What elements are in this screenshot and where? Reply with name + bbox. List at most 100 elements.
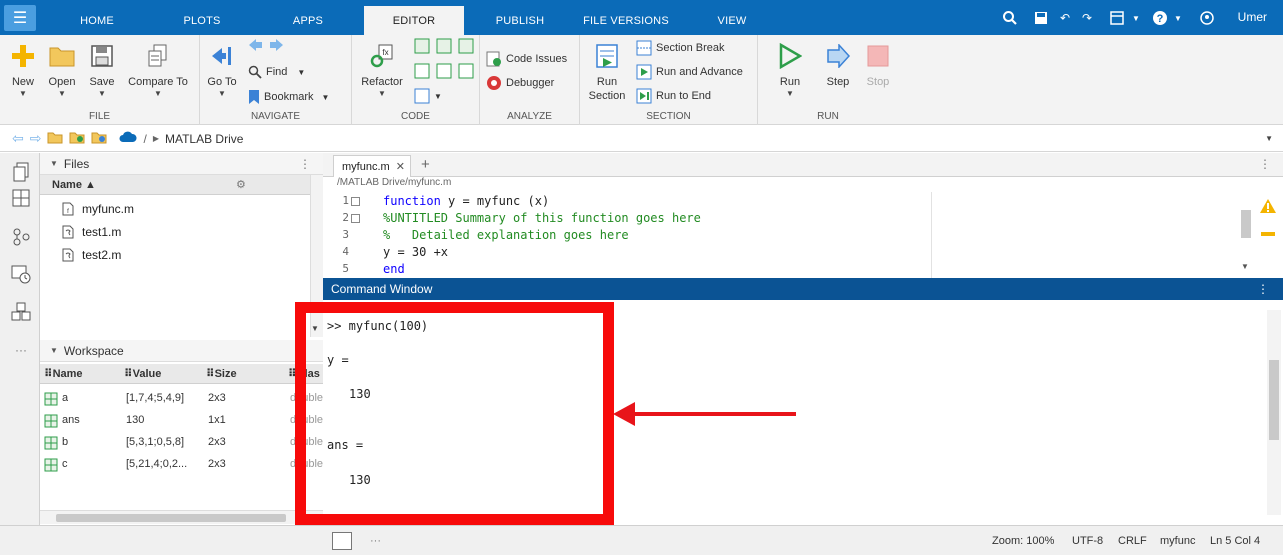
status-more[interactable]: ··· [370, 535, 381, 547]
code-tools-row-3[interactable]: ▼ [414, 88, 442, 104]
tab-publish[interactable]: PUBLISH [478, 6, 562, 35]
command-window-menu-icon[interactable]: ⋮ [1257, 282, 1269, 296]
new-button[interactable]: New ▼ [8, 41, 38, 98]
ws-col-name[interactable]: ⠿Name [44, 367, 83, 380]
editor-menu-icon[interactable]: ⋮ [1259, 157, 1271, 171]
tab-home[interactable]: HOME [58, 6, 136, 35]
table-row[interactable]: ans 130 1x1 double [40, 410, 323, 432]
current-file: myfunc [1160, 535, 1196, 547]
files-column-header[interactable]: Name ▲ ⚙ [40, 175, 310, 195]
chevron-down-icon[interactable]: ▼ [1174, 8, 1182, 28]
editor-tab-myfunc[interactable]: myfunc.m ✕ [333, 155, 411, 177]
help-icon[interactable]: ? [1152, 8, 1168, 28]
run-button[interactable]: Run ▼ [772, 41, 808, 98]
collapse-chevron-icon[interactable]: ▼ [50, 159, 58, 168]
code-editor[interactable]: 1 2 3 4 5 function y = myfunc (x) %UNTIT… [323, 192, 1283, 278]
up-folder-icon[interactable] [47, 130, 63, 147]
share-folder-icon[interactable] [91, 130, 107, 147]
back-forward-icon[interactable] [248, 38, 284, 52]
code-tools-row-1[interactable] [414, 38, 476, 54]
files-panel-header[interactable]: ▼ Files ⋮ [40, 153, 323, 175]
function-file-icon: f [62, 202, 74, 216]
debugger-button[interactable]: Debugger [486, 75, 554, 91]
fold-marker[interactable] [351, 197, 360, 206]
fold-marker[interactable] [351, 214, 360, 223]
scroll-thumb[interactable] [56, 514, 286, 522]
tab-apps[interactable]: APPS [268, 6, 348, 35]
workspace-panel-icon[interactable] [10, 187, 32, 209]
workspace-panel-title: Workspace [63, 343, 124, 358]
collapse-chevron-icon[interactable]: ▼ [50, 346, 58, 355]
user-icon[interactable] [1200, 8, 1214, 28]
code-line-4: y = 30 +x [383, 245, 449, 259]
undo-icon[interactable]: ↶ [1060, 8, 1070, 28]
panel-menu-icon[interactable]: ⋮ [299, 157, 311, 171]
editor-scroll-thumb[interactable] [1241, 210, 1251, 238]
files-panel-icon[interactable] [10, 161, 32, 183]
tab-file-versions[interactable]: FILE VERSIONS [576, 6, 676, 35]
find-button[interactable]: Find ▼ [248, 65, 305, 79]
scroll-down-icon[interactable]: ▼ [1241, 262, 1249, 271]
forward-arrow-icon[interactable]: ⇨ [30, 130, 42, 147]
section-break-button[interactable]: Section Break [636, 40, 724, 56]
user-name[interactable]: Umer [1238, 10, 1267, 24]
command-window-header[interactable]: Command Window ⋮ [323, 278, 1283, 300]
table-row[interactable]: c [5,21,4;0,2... 2x3 double [40, 454, 323, 476]
status-indicator-icon[interactable] [332, 532, 352, 550]
table-row[interactable]: a [1,7,4;5,4,9] 2x3 double [40, 388, 323, 410]
file-item[interactable]: test1.m [62, 222, 121, 242]
address-dropdown-icon[interactable]: ▼ [1265, 134, 1273, 143]
ws-col-value[interactable]: ⠿Value [124, 367, 161, 380]
run-and-advance-button[interactable]: Run and Advance [636, 64, 743, 80]
tab-editor[interactable]: EDITOR [364, 6, 464, 35]
close-tab-icon[interactable]: ✕ [396, 160, 405, 173]
code-tools-row-2[interactable] [414, 63, 476, 79]
warning-marker[interactable] [1261, 232, 1275, 236]
search-icon[interactable] [1002, 8, 1018, 28]
source-control-icon[interactable] [10, 225, 32, 247]
workspace-h-scrollbar[interactable] [40, 510, 323, 524]
run-to-end-button[interactable]: Run to End [636, 88, 711, 104]
column-options-icon[interactable]: ⚙ [236, 178, 246, 191]
go-to-button[interactable]: Go To ▼ [204, 41, 240, 98]
files-panel-title: Files [63, 156, 90, 171]
more-icon[interactable]: ··· [10, 339, 32, 361]
bookmark-button[interactable]: Bookmark ▼ [248, 89, 329, 105]
hamburger-menu-icon[interactable]: ☰ [4, 5, 36, 31]
analyze-group: Code Issues Debugger ANALYZE [480, 35, 580, 125]
right-margin-line [931, 192, 932, 278]
redo-icon[interactable]: ↷ [1082, 8, 1092, 28]
open-button[interactable]: Open ▼ [44, 41, 80, 98]
layout-icon[interactable] [1110, 8, 1126, 28]
step-button[interactable]: Step [820, 41, 856, 89]
workspace-panel-header[interactable]: ▼ Workspace [40, 340, 323, 362]
debugger-icon [487, 76, 501, 90]
save-icon[interactable] [1034, 8, 1048, 28]
current-folder-path[interactable]: MATLAB Drive [165, 132, 243, 146]
run-section-button[interactable]: Run Section [584, 41, 630, 103]
warning-icon[interactable] [1259, 198, 1277, 217]
floppy-disk-icon [86, 41, 118, 71]
file-item[interactable]: f myfunc.m [62, 199, 134, 219]
tab-plots[interactable]: PLOTS [160, 6, 244, 35]
refactor-button[interactable]: fx Refactor ▼ [358, 41, 406, 98]
file-item[interactable]: test2.m [62, 245, 121, 265]
history-icon[interactable] [10, 263, 32, 285]
browse-folder-icon[interactable] [69, 130, 85, 147]
chevron-down-icon[interactable]: ▼ [1132, 8, 1140, 28]
scroll-thumb[interactable] [1269, 360, 1279, 440]
code-issues-button[interactable]: Code Issues [486, 51, 567, 67]
ws-col-size[interactable]: ⠿Size [206, 367, 237, 380]
command-window-scrollbar[interactable] [1267, 310, 1281, 515]
stop-button[interactable]: Stop [862, 41, 894, 89]
script-file-icon [62, 248, 74, 262]
back-arrow-icon[interactable]: ⇦ [12, 130, 24, 147]
tab-view[interactable]: VIEW [690, 6, 774, 35]
save-button[interactable]: Save ▼ [86, 41, 118, 98]
table-row[interactable]: b [5,3,1;0,5,8] 2x3 double [40, 432, 323, 454]
name-column-header[interactable]: Name ▲ [52, 179, 96, 191]
compare-to-button[interactable]: Compare To ▼ [124, 41, 192, 98]
new-tab-icon[interactable]: + [421, 156, 430, 173]
code-group-label: CODE [401, 111, 430, 122]
add-ons-icon[interactable] [10, 301, 32, 323]
